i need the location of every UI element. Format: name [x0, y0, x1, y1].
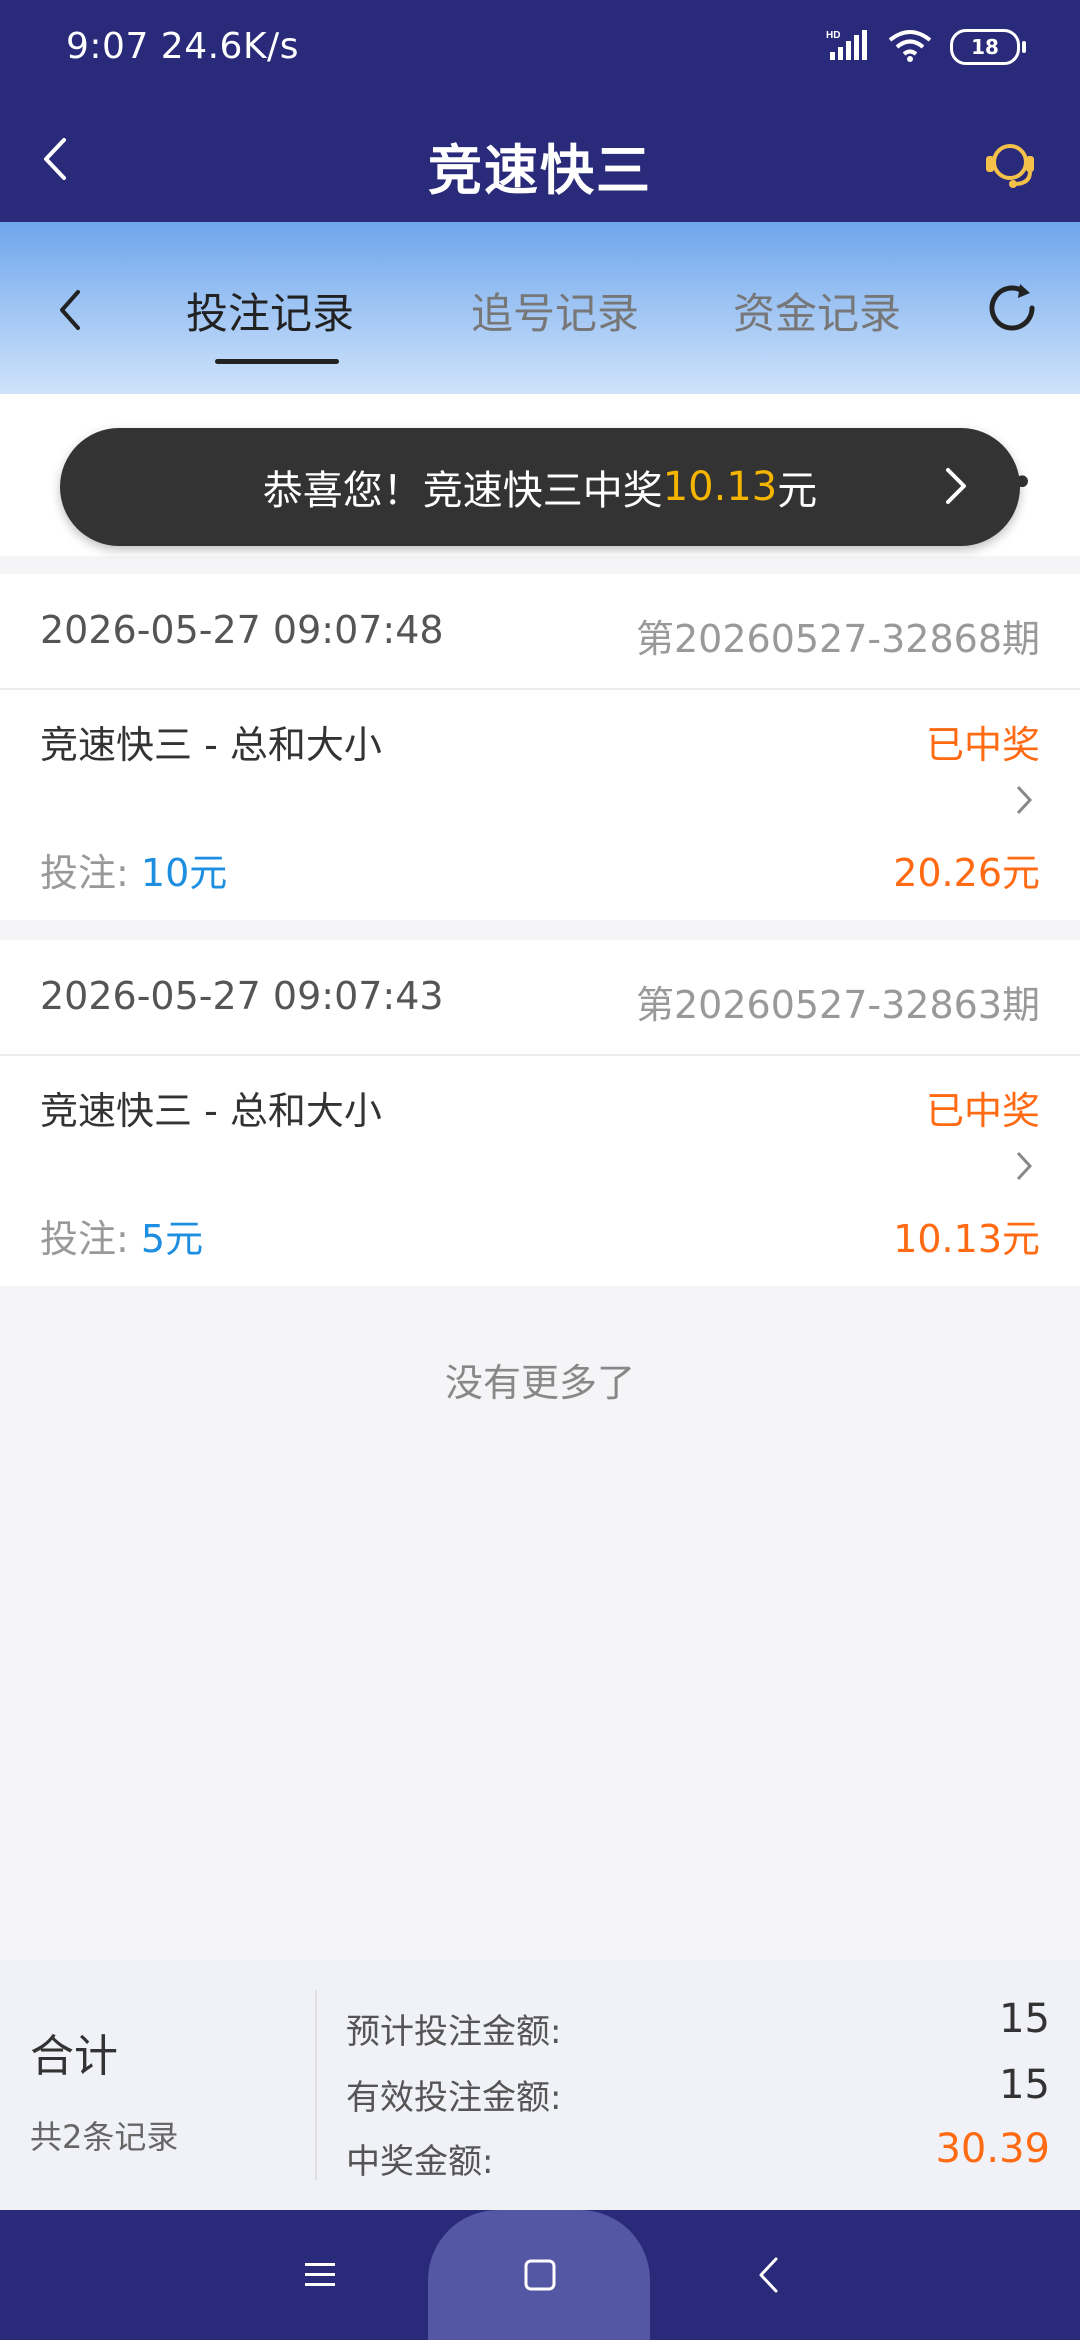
status-time: 9:07 24.6K/s [66, 26, 299, 67]
summary-label: 预计投注金额: [346, 2012, 562, 2052]
record-issue: 第20260527-32868期 [635, 617, 1040, 661]
no-more-text: 没有更多了 [444, 1361, 635, 1405]
chevron-left-icon [60, 290, 80, 330]
record-game: 竞速快三 - 总和大小 [40, 1089, 382, 1133]
clock: 9:07 [66, 26, 149, 67]
bet-label: 投注: [40, 851, 141, 895]
summary-value: 30.39 [935, 2126, 1050, 2172]
summary-count: 共2条记录 [30, 2118, 179, 2156]
summary-row-expected-bet: 预计投注金额: 15 [346, 1996, 1050, 2052]
battery-icon: 18 [950, 29, 1026, 65]
record-bet: 投注: 10元 [40, 842, 227, 897]
signal-icon: HD [826, 28, 870, 66]
summary-row-win-amount: 中奖金额: 30.39 [346, 2126, 1050, 2182]
divider [315, 1990, 317, 2180]
svg-text:HD: HD [826, 30, 840, 41]
refresh-button[interactable] [972, 268, 1052, 348]
summary-row-valid-bet: 有效投注金额: 15 [346, 2062, 1050, 2118]
record-status: 已中奖 [925, 723, 1040, 767]
record-time: 2026-05-27 09:07:48 [40, 608, 444, 652]
toast-unit: 元 [777, 468, 818, 514]
chevron-right-icon [1004, 778, 1044, 822]
system-back-button[interactable] [738, 2245, 798, 2305]
tab-chase-records[interactable]: 追号记录 [471, 280, 639, 341]
summary-label: 有效投注金额: [346, 2078, 562, 2118]
chevron-left-icon [759, 2257, 778, 2293]
headset-icon [986, 144, 1034, 188]
record-header: 2026-05-27 09:07:43 第20260527-32863期 [0, 940, 1080, 1056]
tab-back-button[interactable] [40, 280, 100, 340]
bet-amount: 5元 [140, 1217, 204, 1261]
record-status: 已中奖 [925, 1089, 1040, 1133]
status-bar: 9:07 24.6K/s HD 18 [0, 0, 1080, 100]
record-win-amount: 10.13元 [893, 1217, 1040, 1261]
bet-amount: 10元 [140, 851, 228, 895]
home-button[interactable] [510, 2245, 570, 2305]
record-bet: 投注: 5元 [40, 1208, 203, 1263]
active-tab-indicator [215, 359, 339, 364]
summary-value: 15 [999, 1996, 1050, 2042]
recent-apps-button[interactable] [290, 2245, 350, 2305]
win-toast[interactable]: 恭喜您！竞速快三中奖 10.13 元 [60, 428, 1020, 546]
tab-fund-records[interactable]: 资金记录 [733, 280, 901, 341]
summary-label: 中奖金额: [346, 2142, 494, 2182]
network-speed: 24.6K/s [160, 26, 299, 67]
bet-record[interactable]: 2026-05-27 09:07:43 第20260527-32863期 竞速快… [0, 940, 1080, 1286]
record-issue: 第20260527-32863期 [635, 983, 1040, 1027]
tab-bet-records[interactable]: 投注记录 [186, 280, 354, 341]
record-game: 竞速快三 - 总和大小 [40, 723, 382, 767]
menu-icon [305, 2263, 335, 2286]
bet-label: 投注: [40, 1217, 141, 1261]
system-nav-bar [0, 2210, 1080, 2340]
wifi-icon [888, 28, 932, 66]
page-title: 竞速快三 [428, 139, 652, 202]
chevron-right-icon [928, 458, 984, 514]
record-header: 2026-05-27 09:07:48 第20260527-32868期 [0, 574, 1080, 690]
app-header: 竞速快三 [0, 100, 1080, 222]
square-icon [524, 2259, 556, 2291]
summary-title: 合计 [30, 2031, 118, 2082]
customer-service-button[interactable] [970, 122, 1050, 202]
record-win-amount: 20.26元 [893, 851, 1040, 895]
tab-bar: 投注记录 追号记录 资金记录 [0, 222, 1080, 394]
record-time: 2026-05-27 09:07:43 [40, 974, 444, 1018]
toast-message: 恭喜您！竞速快三中奖 [262, 468, 663, 514]
battery-level: 18 [971, 35, 999, 59]
summary-panel: 合计 共2条记录 预计投注金额: 15 有效投注金额: 15 中奖金额: 30.… [0, 1960, 1080, 2210]
toast-amount: 10.13 [662, 464, 778, 510]
bet-record[interactable]: 2026-05-27 09:07:48 第20260527-32868期 竞速快… [0, 574, 1080, 920]
status-icons: HD 18 [826, 28, 1026, 66]
summary-value: 15 [999, 2062, 1050, 2108]
refresh-icon [989, 284, 1035, 331]
chevron-right-icon [1004, 1144, 1044, 1188]
